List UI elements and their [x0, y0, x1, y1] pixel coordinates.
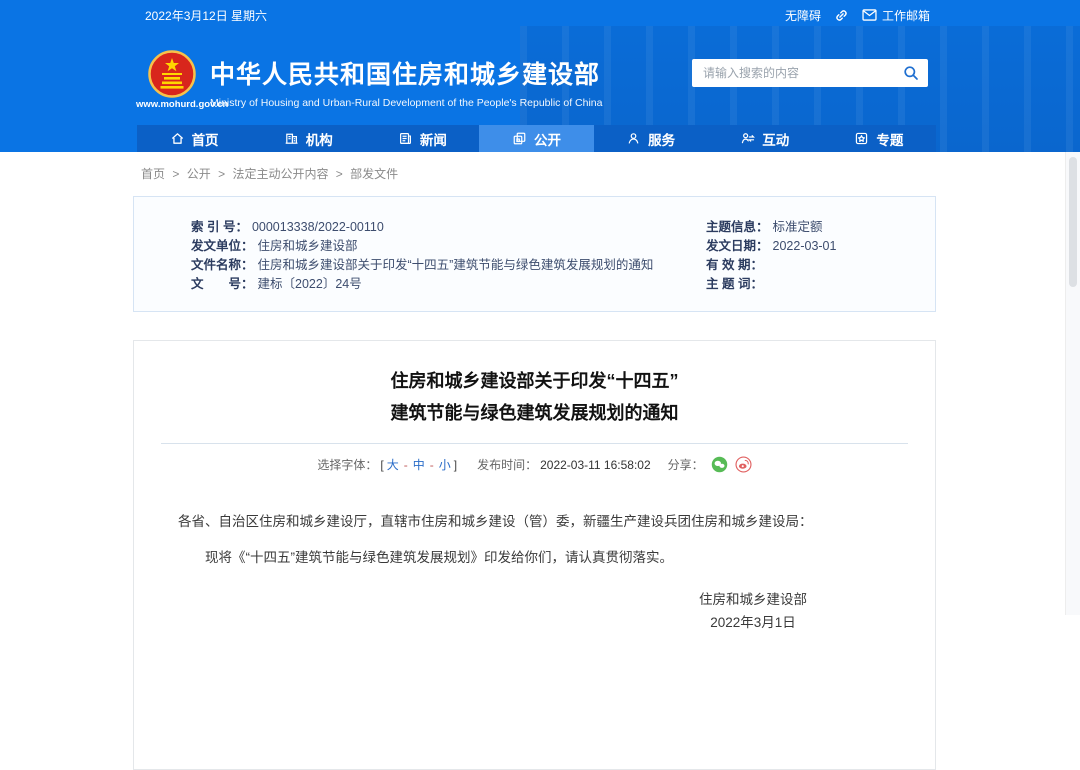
article-content-box: 住房和城乡建设部关于印发“十四五” 建筑节能与绿色建筑发展规划的通知 选择字体：… [133, 340, 936, 770]
font-size-small-button[interactable]: 小 [439, 456, 451, 473]
link-icon[interactable] [834, 8, 849, 23]
nav-item-topic[interactable]: 专题 [822, 125, 936, 152]
open-icon [512, 131, 527, 146]
publish-time-value: 2022-03-11 16:58:02 [540, 458, 651, 472]
site-url: www.mohurd.gov.cn [136, 99, 210, 110]
meta-row-keywords: 主 题 词： [706, 275, 836, 294]
breadcrumb-open[interactable]: 公开 [187, 167, 211, 181]
breadcrumb-separator: > [218, 167, 225, 181]
meta-label: 文 号： [191, 277, 254, 291]
nav-label: 公开 [534, 129, 561, 149]
nav-item-interact[interactable]: 互动 [708, 125, 822, 152]
search-icon[interactable] [903, 65, 919, 81]
breadcrumb-documents[interactable]: 部发文件 [350, 167, 398, 181]
document-title-line2: 建筑节能与绿色建筑发展规划的通知 [391, 403, 679, 423]
article-paragraph-recipients: 各省、自治区住房和城乡建设厅，直辖市住房和城乡建设（管）委，新疆生产建设兵团住房… [178, 511, 891, 532]
meta-value: 000013338/2022-00110 [252, 220, 384, 234]
document-title-line1: 住房和城乡建设部关于印发“十四五” [391, 371, 679, 391]
nav-item-open[interactable]: 公开 [479, 125, 593, 152]
breadcrumb-home[interactable]: 首页 [141, 167, 165, 181]
meta-value: 建标〔2022〕24号 [258, 277, 362, 291]
nav-label: 服务 [648, 129, 675, 149]
interact-icon [740, 131, 755, 146]
scrollbar-thumb[interactable] [1069, 157, 1077, 287]
share-label: 分享： [668, 456, 704, 473]
meta-row-issuing-unit: 发文单位： 住房和城乡建设部 [191, 237, 653, 256]
meta-row-file-name: 文件名称： 住房和城乡建设部关于印发“十四五”建筑节能与绿色建筑发展规划的通知 [191, 256, 653, 275]
site-subtitle-english: Ministry of Housing and Urban-Rural Deve… [210, 97, 602, 109]
meta-value: 住房和城乡建设部关于印发“十四五”建筑节能与绿色建筑发展规划的通知 [258, 258, 654, 272]
meta-label: 发文日期： [706, 239, 769, 253]
article-paragraph-body: 现将《“十四五”建筑节能与绿色建筑发展规划》印发给你们，请认真贯彻落实。 [178, 547, 891, 568]
work-mail-label: 工作邮箱 [882, 7, 930, 24]
meta-row-issue-date: 发文日期： 2022-03-01 [706, 237, 836, 256]
nav-label: 机构 [306, 129, 333, 149]
wechat-share-icon[interactable] [711, 456, 728, 473]
nav-label: 专题 [876, 129, 903, 149]
article-meta-row: 选择字体： [ 大 - 中 - 小 ] 发布时间： 2022-03-11 16:… [178, 456, 891, 473]
nav-item-home[interactable]: 首页 [137, 125, 251, 152]
font-size-large-button[interactable]: 大 [387, 456, 399, 473]
site-title: 中华人民共和国住房和城乡建设部 [210, 55, 602, 91]
meta-value: 标准定额 [773, 220, 823, 234]
search-input[interactable] [701, 65, 903, 81]
breadcrumb: 首页 > 公开 > 法定主动公开内容 > 部发文件 [141, 165, 398, 182]
work-mail-link[interactable]: 工作邮箱 [862, 7, 930, 24]
nav-label: 首页 [192, 129, 219, 149]
org-icon [284, 131, 299, 146]
meta-row-topic-info: 主题信息： 标准定额 [706, 218, 836, 237]
page-scrollbar[interactable] [1065, 152, 1080, 615]
metadata-right-column: 主题信息： 标准定额 发文日期： 2022-03-01 有 效 期： 主 题 词： [706, 218, 836, 294]
meta-label: 有 效 期： [706, 258, 763, 272]
meta-label: 主题信息： [706, 220, 769, 234]
font-bracket: [ [380, 458, 383, 472]
signature-org: 住房和城乡建设部 [699, 588, 807, 611]
meta-row-validity: 有 效 期： [706, 256, 836, 275]
breadcrumb-separator: > [336, 167, 343, 181]
document-title: 住房和城乡建设部关于印发“十四五” 建筑节能与绿色建筑发展规划的通知 [178, 365, 891, 429]
font-size-medium-button[interactable]: 中 [413, 456, 425, 473]
meta-row-doc-number: 文 号： 建标〔2022〕24号 [191, 275, 653, 294]
signature-block: 住房和城乡建设部 2022年3月1日 [699, 588, 807, 634]
nav-label: 新闻 [420, 129, 447, 149]
publish-time-label: 发布时间： [477, 456, 537, 473]
metadata-left-column: 索 引 号： 000013338/2022-00110 发文单位： 住房和城乡建设部… [191, 218, 653, 294]
weibo-share-icon[interactable] [735, 456, 752, 473]
envelope-icon [862, 9, 877, 21]
meta-label: 发文单位： [191, 239, 254, 253]
font-separator: - [430, 458, 434, 472]
breadcrumb-separator: > [172, 167, 179, 181]
signature-date: 2022年3月1日 [699, 611, 807, 634]
meta-value: 2022-03-01 [773, 239, 837, 253]
main-navigation: 首页 机构 新闻 公开 服务 互动 专题 [137, 125, 936, 152]
nav-item-news[interactable]: 新闻 [365, 125, 479, 152]
meta-label: 文件名称： [191, 258, 254, 272]
meta-row-index-number: 索 引 号： 000013338/2022-00110 [191, 218, 653, 237]
meta-value: 住房和城乡建设部 [258, 239, 358, 253]
home-icon [170, 131, 185, 146]
nav-item-org[interactable]: 机构 [251, 125, 365, 152]
search-box [692, 59, 928, 87]
title-divider [161, 443, 908, 444]
accessibility-label: 无障碍 [785, 7, 821, 24]
document-metadata-box: 索 引 号： 000013338/2022-00110 发文单位： 住房和城乡建设部… [133, 196, 936, 312]
news-icon [398, 131, 413, 146]
meta-label: 主 题 词： [706, 277, 763, 291]
font-bracket: ] [454, 458, 457, 472]
accessibility-link[interactable]: 无障碍 [785, 7, 821, 24]
nav-label: 互动 [762, 129, 789, 149]
top-utility-bar: 2022年3月12日 星期六 无障碍 工作邮箱 [0, 0, 1080, 30]
current-date: 2022年3月12日 星期六 [145, 7, 267, 24]
site-title-block: 中华人民共和国住房和城乡建设部 Ministry of Housing and … [210, 55, 602, 109]
service-icon [626, 131, 641, 146]
breadcrumb-disclosure[interactable]: 法定主动公开内容 [232, 167, 328, 181]
topic-icon [854, 131, 869, 146]
font-select-label: 选择字体： [317, 456, 377, 473]
font-separator: - [404, 458, 408, 472]
national-emblem-logo [148, 50, 196, 98]
meta-label: 索 引 号： [191, 220, 248, 234]
nav-item-service[interactable]: 服务 [594, 125, 708, 152]
